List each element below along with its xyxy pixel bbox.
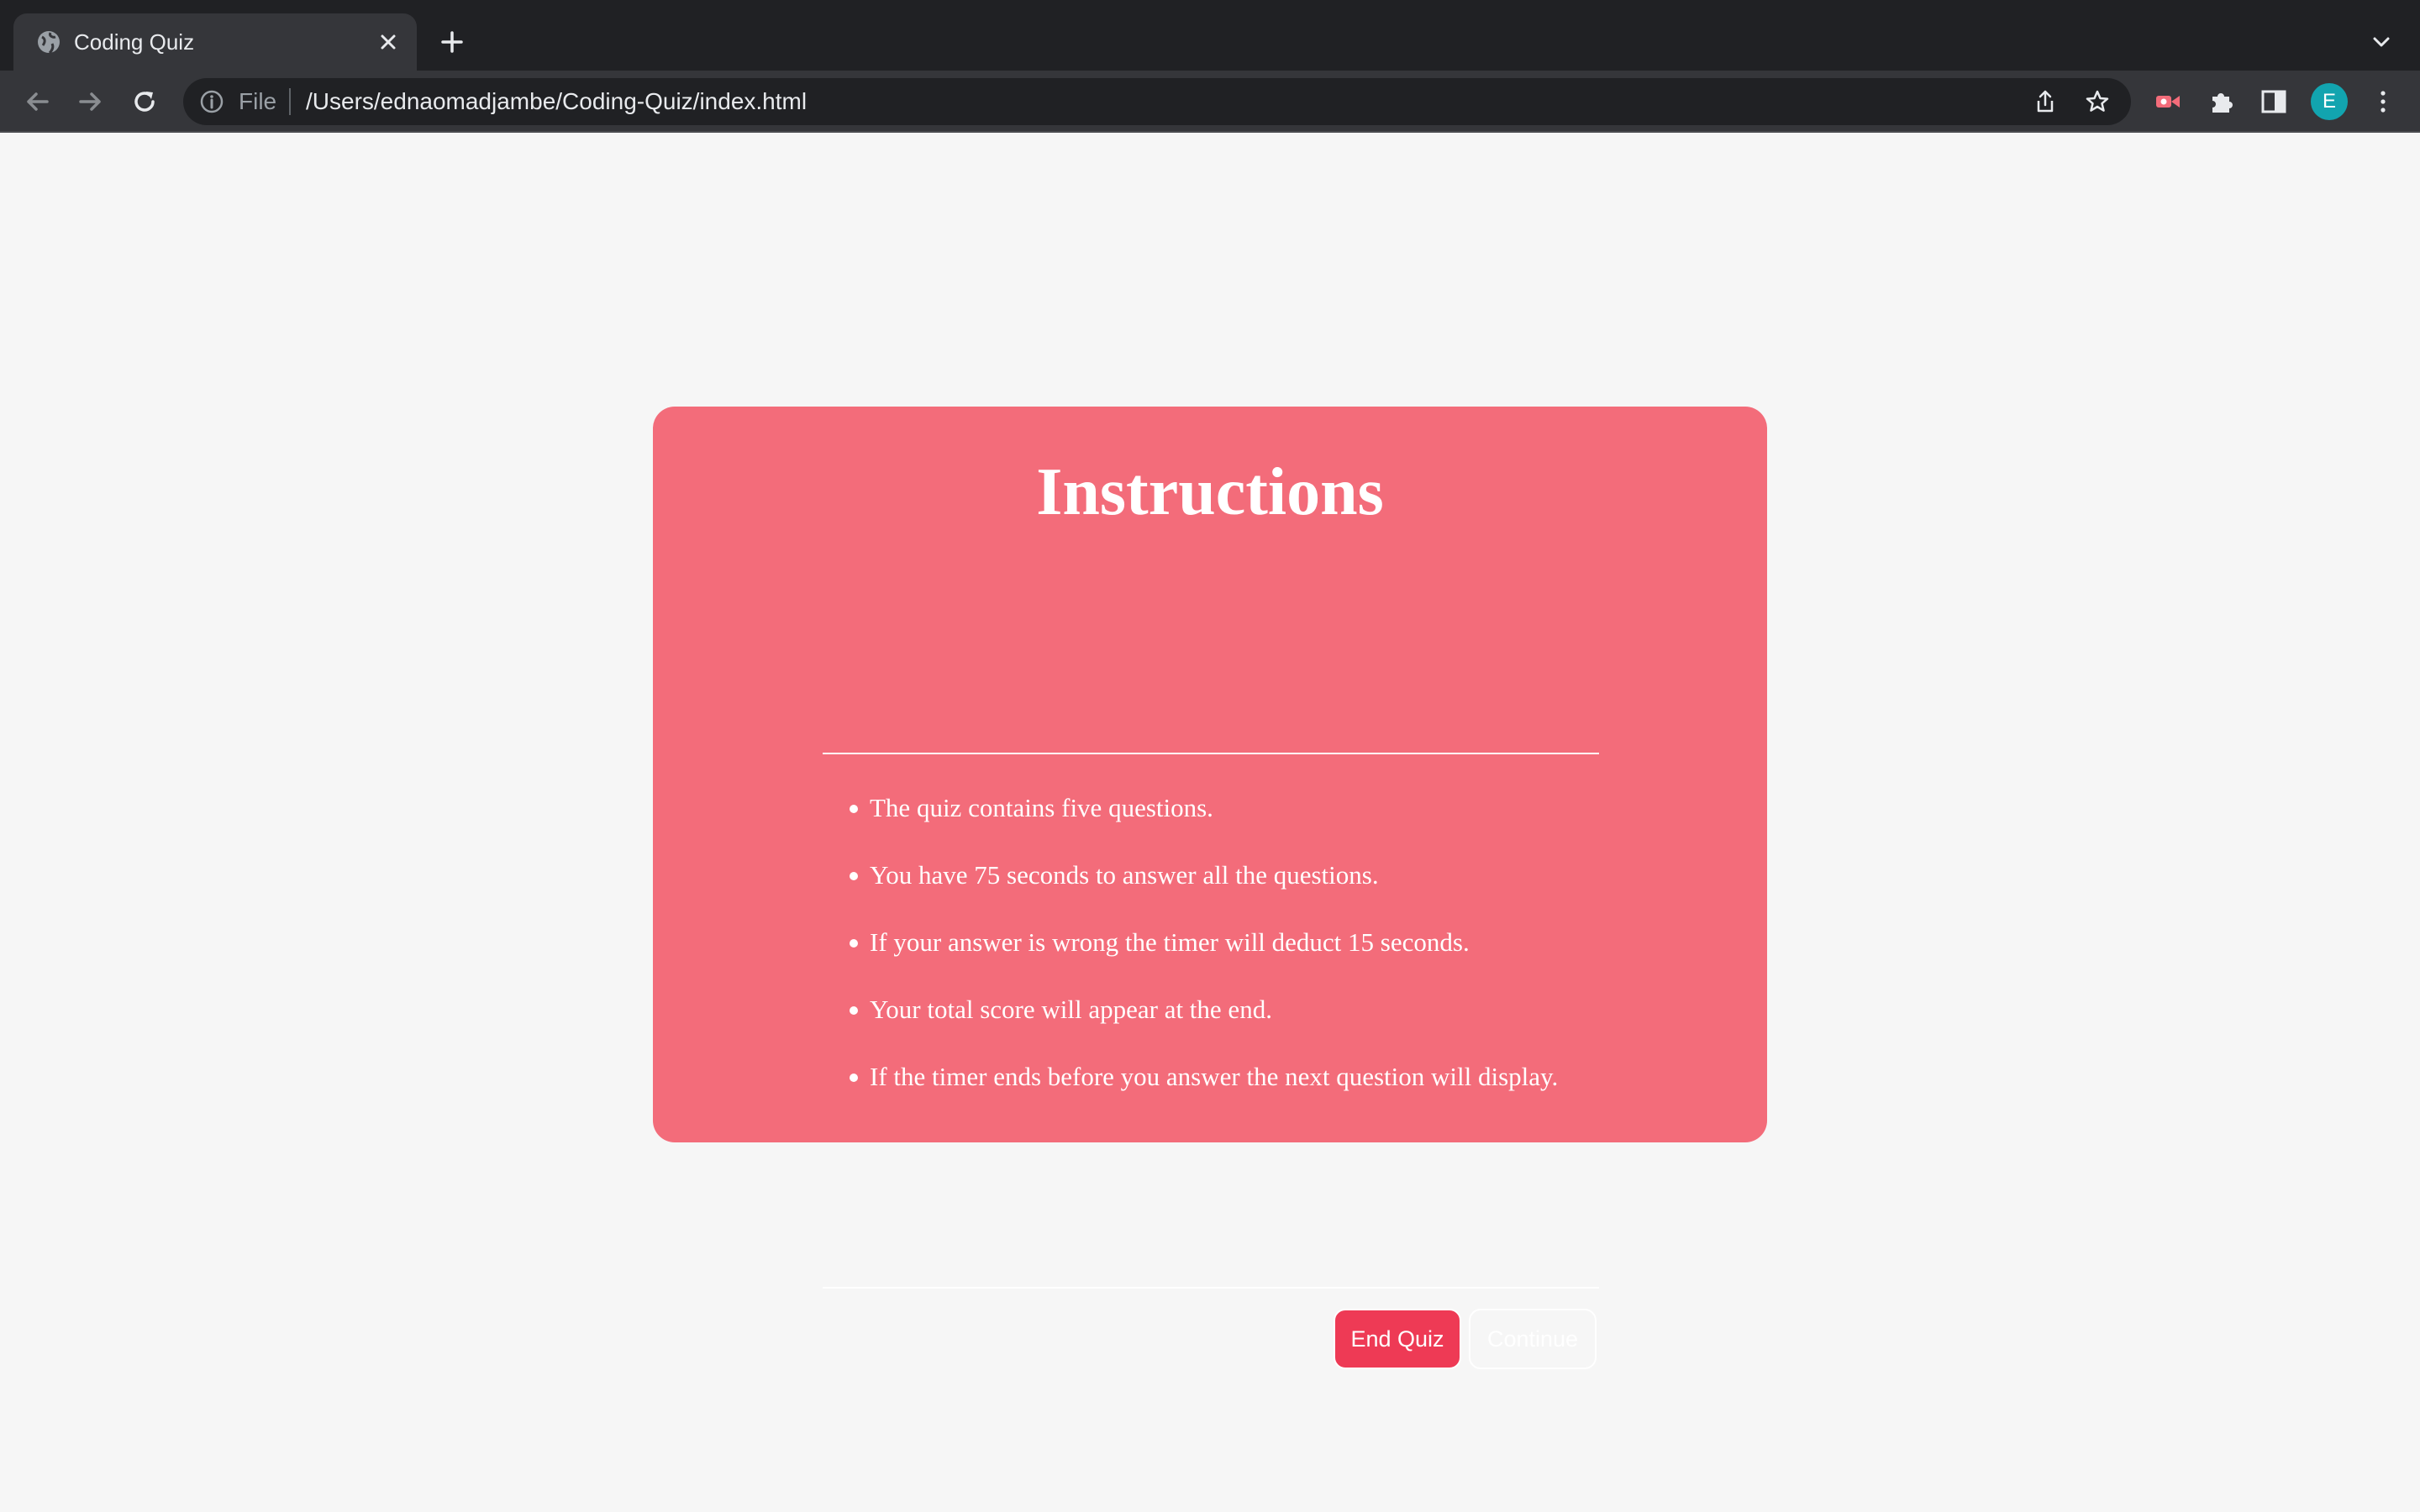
instructions-card: Instructions The quiz contains five ques… bbox=[653, 407, 1767, 1369]
side-panel-icon[interactable] bbox=[2259, 87, 2289, 117]
page-viewport: Instructions The quiz contains five ques… bbox=[0, 133, 2420, 1512]
bottom-divider bbox=[823, 1287, 1599, 1289]
chevron-down-icon[interactable] bbox=[2370, 30, 2393, 54]
close-icon[interactable] bbox=[376, 30, 400, 54]
star-icon[interactable] bbox=[2084, 88, 2111, 115]
arrow-right-icon[interactable] bbox=[74, 85, 108, 118]
tab-coding-quiz[interactable]: Coding Quiz bbox=[13, 13, 417, 71]
arrow-left-icon[interactable] bbox=[20, 85, 54, 118]
bullet bbox=[850, 1006, 858, 1015]
list-item-text: If the timer ends before you answer the … bbox=[870, 1062, 1559, 1091]
end-quiz-button[interactable]: End Quiz bbox=[1334, 1309, 1461, 1369]
share-icon[interactable] bbox=[2032, 88, 2059, 115]
info-icon[interactable] bbox=[198, 88, 225, 115]
kebab-menu-icon[interactable] bbox=[2368, 87, 2398, 117]
browser-toolbar: File /Users/ednaomadjambe/Coding-Quiz/in… bbox=[0, 71, 2420, 133]
top-divider bbox=[823, 753, 1599, 754]
plus-icon[interactable] bbox=[439, 29, 466, 55]
url-scheme-label: File bbox=[239, 88, 277, 114]
screen-recorder-extension-icon[interactable] bbox=[2153, 87, 2183, 117]
omnibox-separator bbox=[289, 88, 291, 115]
globe-icon bbox=[38, 31, 60, 55]
bullet bbox=[850, 805, 858, 813]
profile-avatar[interactable]: E bbox=[2311, 83, 2348, 120]
list-item-text: You have 75 seconds to answer all the qu… bbox=[870, 860, 1379, 890]
browser-window: Coding Quiz File /Users/ednaomadjambe/Co… bbox=[0, 0, 2420, 1512]
url-text[interactable]: /Users/ednaomadjambe/Coding-Quiz/index.h… bbox=[306, 87, 807, 117]
instructions-title: Instructions bbox=[1036, 455, 1384, 529]
bullet bbox=[850, 1074, 858, 1082]
continue-button[interactable]: Continue bbox=[1469, 1309, 1597, 1369]
list-item-text: The quiz contains five questions. bbox=[870, 793, 1213, 822]
list-item-text: Your total score will appear at the end. bbox=[870, 995, 1272, 1024]
bullet bbox=[850, 939, 858, 948]
list-item-text: If your answer is wrong the timer will d… bbox=[870, 927, 1470, 957]
extension-puzzle-icon[interactable] bbox=[2207, 87, 2237, 117]
tab-strip: Coding Quiz bbox=[0, 0, 2420, 71]
tab-title: Coding Quiz bbox=[74, 29, 195, 55]
bullet bbox=[850, 872, 858, 880]
address-bar[interactable]: File /Users/ednaomadjambe/Coding-Quiz/in… bbox=[183, 78, 2131, 125]
reload-icon[interactable] bbox=[128, 85, 161, 118]
